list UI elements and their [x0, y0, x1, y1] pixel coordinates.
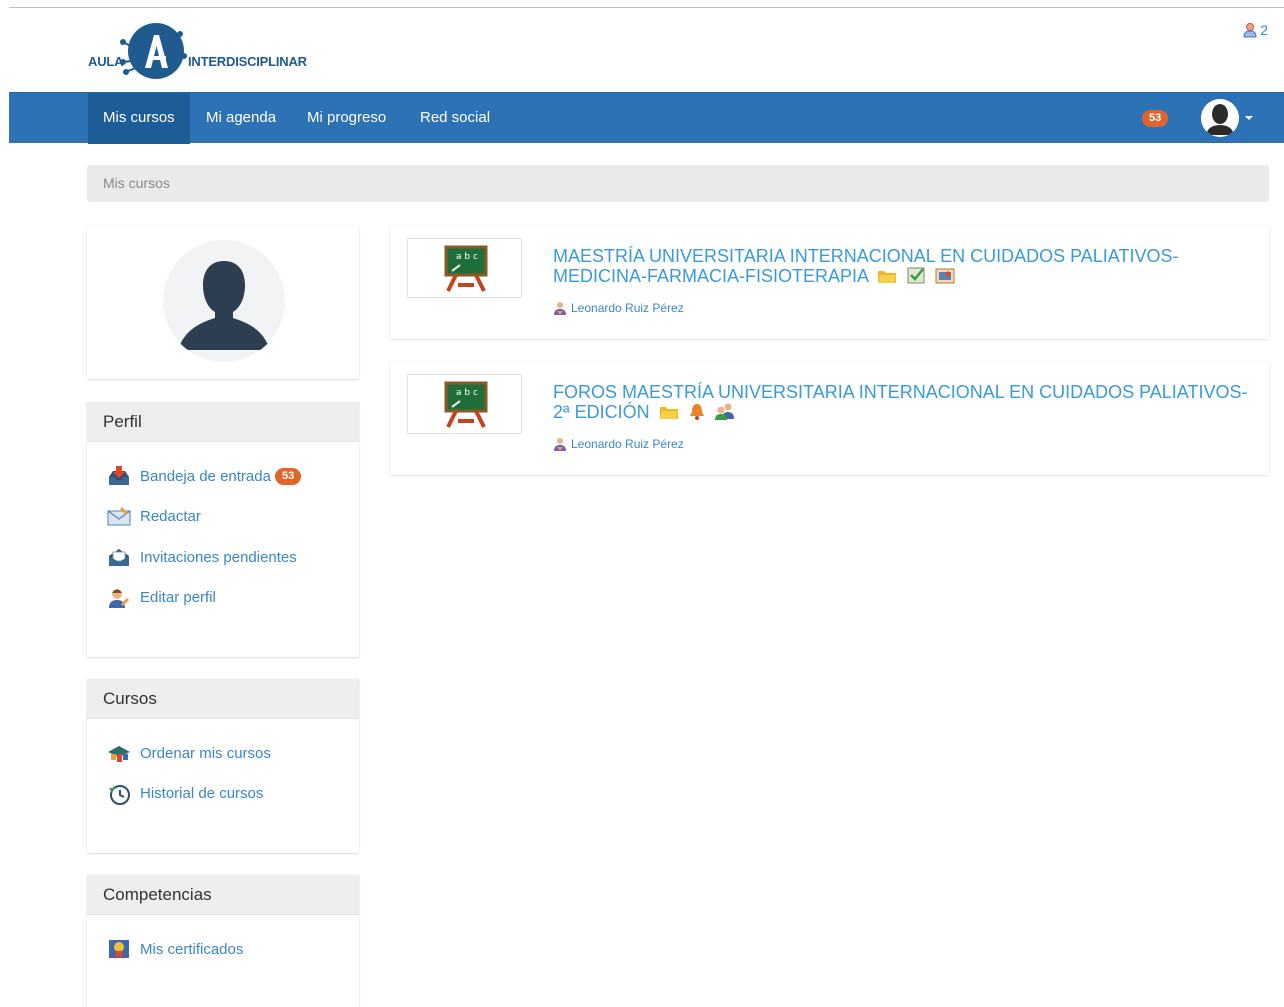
invitations-icon	[107, 545, 131, 569]
skills-panel-title: Competencias	[87, 875, 359, 915]
breadcrumb[interactable]: Mis cursos	[87, 165, 1269, 202]
logo-emblem-icon	[120, 23, 187, 79]
courses-menu: Ordenar mis cursos Historial de cursos	[87, 719, 359, 814]
skills-panel: Competencias Mis certificados	[87, 875, 359, 1007]
site-header: AULA INTERDISCIPLINAR 2	[0, 8, 1284, 92]
user-silhouette-icon	[1201, 99, 1239, 137]
edit-profile-icon	[107, 586, 131, 610]
compose-mail-icon	[107, 505, 131, 529]
exercise-icon[interactable]	[906, 266, 926, 288]
menu-sort-courses-label: Ordenar mis cursos	[140, 744, 271, 762]
svg-text:a b c: a b c	[456, 388, 478, 398]
profile-avatar[interactable]	[163, 240, 285, 362]
course-title-text: MAESTRÍA UNIVERSITARIA INTERNACIONAL EN …	[553, 246, 1179, 286]
skills-menu: Mis certificados	[87, 915, 359, 970]
nav-mi-agenda[interactable]: Mi agenda	[191, 93, 291, 144]
courses-panel-title: Cursos	[87, 679, 359, 719]
teacher-name: Leonardo Ruiz Pérez	[571, 437, 684, 451]
user-menu-caret-icon[interactable]	[1245, 116, 1253, 120]
online-users[interactable]: 2	[1243, 22, 1268, 38]
menu-inbox[interactable]: Bandeja de entrada 53	[87, 456, 359, 497]
site-logo[interactable]: AULA INTERDISCIPLINAR	[88, 20, 328, 80]
teacher-name: Leonardo Ruiz Pérez	[571, 301, 684, 315]
group-icon[interactable]	[714, 402, 735, 424]
menu-compose-label: Redactar	[140, 508, 201, 526]
sort-courses-icon	[107, 741, 131, 765]
nav-mi-progreso[interactable]: Mi progreso	[292, 93, 401, 144]
profile-panel: Perfil Bandeja de entrada 53 Redactar In…	[87, 402, 359, 657]
menu-edit-profile-label: Editar perfil	[140, 589, 216, 607]
folder-icon[interactable]	[877, 268, 897, 288]
folder-icon[interactable]	[659, 404, 679, 424]
notification-badge[interactable]: 53	[1142, 110, 1169, 127]
nav-mis-cursos[interactable]: Mis cursos	[88, 93, 190, 144]
profile-avatar-card	[87, 226, 359, 379]
menu-course-history[interactable]: Historial de cursos	[87, 774, 359, 815]
menu-invitations[interactable]: Invitaciones pendientes	[87, 537, 359, 578]
profile-panel-title: Perfil	[87, 402, 359, 442]
menu-certificates-label: Mis certificados	[140, 940, 244, 958]
menu-edit-profile[interactable]: Editar perfil	[87, 578, 359, 619]
course-title-text: FOROS MAESTRÍA UNIVERSITARIA INTERNACION…	[553, 382, 1248, 422]
teacher-icon	[554, 438, 566, 451]
course-history-icon	[107, 782, 131, 806]
profile-menu: Bandeja de entrada 53 Redactar Invitacio…	[87, 442, 359, 618]
users-online-icon	[1243, 23, 1257, 38]
notification-bell-icon[interactable]	[688, 402, 706, 424]
announcement-icon[interactable]	[935, 266, 955, 288]
course-card: a b c FOROS MAESTRÍA UNIVERSITARIA INTER…	[390, 362, 1269, 475]
menu-course-history-label: Historial de cursos	[140, 785, 264, 803]
main-navbar: Mis cursos Mi agenda Mi progreso Red soc…	[9, 92, 1284, 144]
course-thumbnail[interactable]: a b c	[407, 374, 522, 434]
course-card: a b c MAESTRÍA UNIVERSITARIA INTERNACION…	[390, 226, 1269, 339]
inbox-icon	[107, 464, 131, 488]
course-title-link[interactable]: MAESTRÍA UNIVERSITARIA INTERNACIONAL EN …	[553, 246, 1253, 288]
logo-text-right: INTERDISCIPLINAR	[188, 54, 307, 69]
user-avatar[interactable]	[1201, 99, 1239, 137]
course-thumbnail[interactable]: a b c	[407, 238, 522, 298]
teacher-icon	[554, 302, 566, 315]
course-teacher[interactable]: Leonardo Ruiz Pérez	[553, 301, 684, 315]
svg-text:a b c: a b c	[456, 252, 478, 262]
menu-sort-courses[interactable]: Ordenar mis cursos	[87, 733, 359, 774]
menu-invitations-label: Invitaciones pendientes	[140, 548, 297, 566]
menu-inbox-label: Bandeja de entrada	[140, 467, 271, 485]
profile-silhouette-icon	[163, 240, 285, 362]
certificate-icon	[107, 937, 131, 961]
online-count: 2	[1260, 22, 1268, 38]
nav-red-social[interactable]: Red social	[405, 93, 505, 144]
course-title-link[interactable]: FOROS MAESTRÍA UNIVERSITARIA INTERNACION…	[553, 382, 1253, 424]
inbox-count-badge: 53	[274, 467, 302, 485]
menu-certificates[interactable]: Mis certificados	[87, 929, 359, 970]
menu-compose[interactable]: Redactar	[87, 497, 359, 538]
blackboard-icon: a b c	[444, 381, 488, 428]
courses-panel: Cursos Ordenar mis cursos Historial de c…	[87, 679, 359, 853]
course-teacher[interactable]: Leonardo Ruiz Pérez	[553, 437, 684, 451]
blackboard-icon: a b c	[444, 245, 488, 292]
